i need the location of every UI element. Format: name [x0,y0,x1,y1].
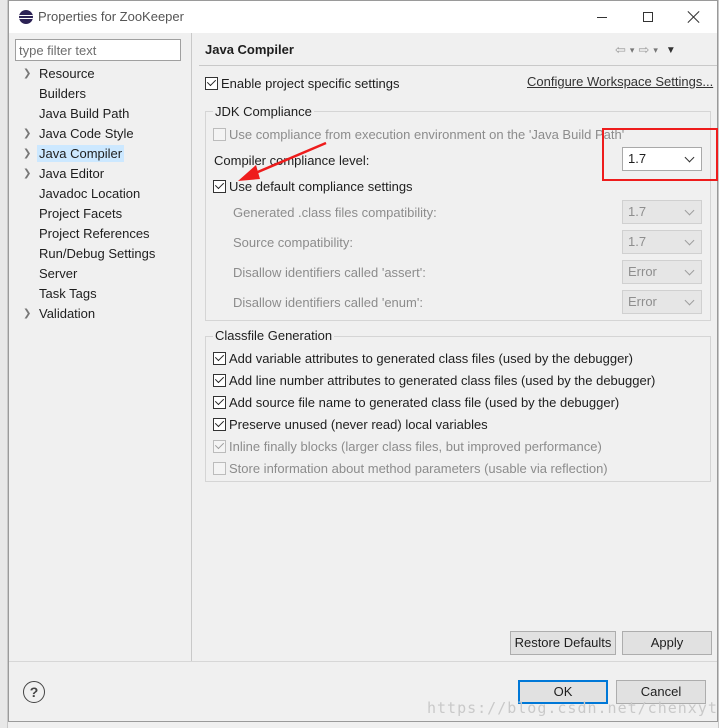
assert-identifier-label: Disallow identifiers called 'assert': [233,264,426,280]
classfile-option-preserve-unused[interactable]: Preserve unused (never read) local varia… [213,414,488,434]
window-title: Properties for ZooKeeper [38,9,184,24]
apply-button[interactable]: Apply [622,631,712,655]
title-separator [199,65,717,66]
expand-chevron-icon[interactable]: ❯ [23,144,33,164]
expand-chevron-icon[interactable]: ❯ [23,164,33,184]
checkbox-box[interactable] [205,76,218,90]
close-button[interactable] [671,1,717,33]
footer-separator [9,661,717,662]
classfile-option-source-file-name[interactable]: Add source file name to generated class … [213,392,619,412]
chevron-down-icon [684,205,695,216]
classfile-option-variable-attributes[interactable]: Add variable attributes to generated cla… [213,348,633,368]
page-title: Java Compiler [205,42,294,57]
tree-item-run-debug-settings[interactable]: Run/Debug Settings [9,244,191,264]
classfile-option-method-parameters[interactable]: Store information about method parameter… [213,458,608,478]
pane-splitter[interactable] [191,33,192,661]
forward-arrow-icon[interactable]: ⇨ [638,42,649,58]
back-arrow-icon[interactable]: ⇦ [615,42,626,58]
configure-workspace-link[interactable]: Configure Workspace Settings... [527,74,713,89]
maximize-icon [643,12,653,22]
tree-item-java-code-style[interactable]: ❯ Java Code Style [9,124,191,144]
expand-chevron-icon[interactable]: ❯ [23,124,33,144]
checkbox-box[interactable] [213,373,226,387]
close-icon [688,11,700,23]
background-window-right-edge [718,0,726,728]
source-compat-select[interactable]: 1.7 [622,230,702,254]
expand-chevron-icon[interactable]: ❯ [23,64,33,84]
jdk-compliance-label: JDK Compliance [213,104,314,119]
tree-item-builders[interactable]: Builders [9,84,191,104]
property-tree: ❯ Resource Builders Java Build Path ❯ Java… [9,64,191,324]
title-bar[interactable]: Properties for ZooKeeper [9,1,717,33]
restore-defaults-button[interactable]: Restore Defaults [510,631,616,655]
expand-chevron-icon[interactable]: ❯ [23,304,33,324]
checkbox-box[interactable] [213,127,226,141]
properties-dialog: Properties for ZooKeeper ❯Resource Build… [8,0,718,722]
tree-item-java-compiler[interactable]: ❯ Java Compiler [9,144,191,164]
tree-item-java-build-path[interactable]: Java Build Path [9,104,191,124]
generated-compat-select[interactable]: 1.7 [622,200,702,224]
minimize-button[interactable] [579,1,625,33]
enable-specific-checkbox[interactable]: Enable project specific settings [205,73,399,93]
classfile-option-inline-finally[interactable]: Inline finally blocks (larger class file… [213,436,602,456]
highlight-box [602,128,718,181]
generated-compat-label: Generated .class files compatibility: [233,204,437,220]
checkbox-box[interactable] [213,439,226,453]
classfile-option-line-numbers[interactable]: Add line number attributes to generated … [213,370,655,390]
checkbox-box[interactable] [213,395,226,409]
annotation-arrow-icon [238,141,327,181]
chevron-down-icon [684,265,695,276]
chevron-down-icon [684,295,695,306]
checkbox-box[interactable] [213,351,226,365]
checkbox-box[interactable] [213,179,226,193]
view-menu-icon[interactable]: ▼ [666,45,676,56]
tree-item-task-tags[interactable]: Task Tags [9,284,191,304]
minimize-icon [597,16,607,18]
watermark: https://blog.csdn.net/chenxyt [427,699,718,717]
tree-item-javadoc-location[interactable]: Javadoc Location [9,184,191,204]
source-compat-label: Source compatibility: [233,234,353,250]
tree-item-validation[interactable]: ❯ Validation [9,304,191,324]
tree-item-server[interactable]: Server [9,264,191,284]
chevron-down-icon [684,235,695,246]
enum-identifier-select[interactable]: Error [622,290,702,314]
maximize-button[interactable] [625,1,671,33]
tree-item-resource[interactable]: ❯ Resource [9,64,191,84]
background-window-left-edge [0,0,8,728]
assert-identifier-select[interactable]: Error [622,260,702,284]
forward-history-chevron-icon[interactable]: ▾ [653,45,658,56]
classfile-generation-label: Classfile Generation [213,328,335,343]
checkbox-box[interactable] [213,417,226,431]
tree-item-project-references[interactable]: Project References [9,224,191,244]
filter-input[interactable] [15,39,181,61]
page-navigation: ⇦ ▾ ⇨ ▾ ▼ [615,41,676,59]
eclipse-app-icon [19,10,33,24]
back-history-chevron-icon[interactable]: ▾ [630,45,635,56]
tree-item-project-facets[interactable]: Project Facets [9,204,191,224]
tree-item-java-editor[interactable]: ❯ Java Editor [9,164,191,184]
help-icon[interactable]: ? [23,681,45,703]
enum-identifier-label: Disallow identifiers called 'enum': [233,294,423,310]
checkbox-box[interactable] [213,461,226,475]
